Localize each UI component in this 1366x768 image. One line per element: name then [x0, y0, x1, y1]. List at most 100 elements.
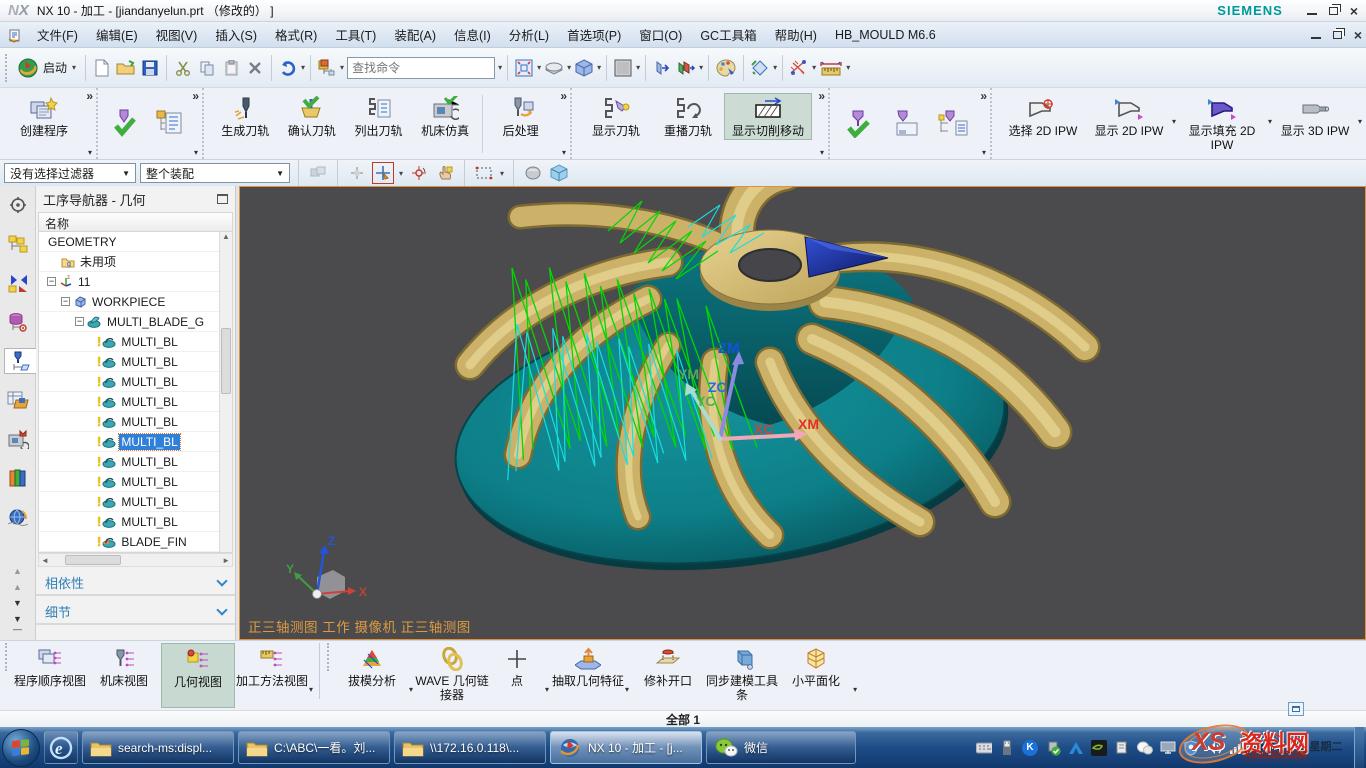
- draft-dropdown-arrow[interactable]: ▾: [409, 685, 413, 694]
- tree-row-operation[interactable]: !MULTI_BL: [39, 372, 232, 392]
- tree-row-operation[interactable]: !MULTI_BL: [39, 492, 232, 512]
- sync-modeling-button[interactable]: 同步建模工具条: [705, 643, 779, 708]
- shaded-dropdown-arrow[interactable]: ▾: [567, 63, 571, 72]
- section-button[interactable]: [787, 53, 811, 83]
- selection-scope-dropdown[interactable]: 整个装配▼: [140, 163, 290, 183]
- command-finder[interactable]: [347, 57, 495, 79]
- show-desktop-button[interactable]: [1354, 727, 1364, 768]
- tray-plug-icon[interactable]: [1114, 740, 1130, 756]
- menu-window[interactable]: 窗口(O): [630, 21, 691, 48]
- assembly-navigator-icon[interactable]: [4, 231, 32, 257]
- measure-button[interactable]: [817, 53, 845, 83]
- generate-toolpath-button[interactable]: 生成刀轨: [212, 93, 279, 140]
- animation-dropdown-arrow[interactable]: ▾: [773, 63, 777, 72]
- measure-dropdown-arrow[interactable]: ▾: [846, 63, 850, 72]
- point-dropdown-arrow[interactable]: ▾: [545, 685, 549, 694]
- show-3d-dropdown-arrow[interactable]: ▾: [1358, 117, 1362, 126]
- show-toolpath-button[interactable]: 显示刀轨: [580, 93, 652, 140]
- tray-security-icon[interactable]: [1183, 740, 1199, 756]
- taskbar-nx-button[interactable]: NX 10 - 加工 - [j...: [550, 731, 702, 764]
- menu-analysis[interactable]: 分析(L): [500, 21, 558, 48]
- taskbar-folder-network[interactable]: \\172.16.0.118\...: [394, 731, 546, 764]
- search-dropdown-arrow[interactable]: ▾: [498, 63, 502, 72]
- undo-dropdown-arrow[interactable]: ▾: [301, 63, 305, 72]
- group-expand-chevron[interactable]: »: [86, 89, 93, 103]
- replay-toolpath-button[interactable]: 重播刀轨: [652, 93, 724, 140]
- library-books-icon[interactable]: [4, 465, 32, 491]
- tree-horizontal-scrollbar[interactable]: ◄►: [38, 553, 233, 567]
- taskbar-folder-search[interactable]: search-ms:displ...: [82, 731, 234, 764]
- scroll-down-icon[interactable]: ▼: [13, 598, 22, 608]
- snap-dropdown-arrow[interactable]: ▾: [399, 169, 403, 178]
- menu-gc-toolbox[interactable]: GC工具箱: [691, 21, 765, 48]
- doc-restore-icon[interactable]: [1333, 31, 1342, 39]
- collapse-icon[interactable]: −: [47, 277, 56, 286]
- menu-insert[interactable]: 插入(S): [206, 21, 266, 48]
- tree-row-operation[interactable]: !MULTI_BL: [39, 352, 232, 372]
- menu-assemblies[interactable]: 装配(A): [385, 21, 445, 48]
- move-face-button[interactable]: [650, 53, 674, 83]
- rotate-point-icon[interactable]: [408, 162, 430, 184]
- restore-icon[interactable]: [1329, 7, 1338, 15]
- wave-linker-button[interactable]: WAVE 几何链接器: [415, 643, 489, 708]
- graphics-viewport[interactable]: ZM ZC YM YC XC XM X Y Z 正三轴测图 工作 摄像机 正三轴…: [239, 186, 1366, 640]
- scroll-up-icon[interactable]: ▲: [13, 566, 22, 576]
- show-3d-ipw-button[interactable]: 显示 3D IPW: [1272, 93, 1358, 140]
- start-button[interactable]: [2, 729, 40, 767]
- operation-list-icon[interactable]: [154, 109, 184, 137]
- shaded-cube-icon[interactable]: [548, 162, 570, 184]
- tray-network-icon[interactable]: [1229, 740, 1245, 756]
- taskbar-folder-abc[interactable]: C:\ABC\一看。刘...: [238, 731, 390, 764]
- tray-nvidia-icon[interactable]: [1091, 740, 1107, 756]
- selection-filter-dropdown[interactable]: 没有选择过滤器▼: [4, 163, 136, 183]
- tray-autodesk-icon[interactable]: [1068, 740, 1084, 756]
- show-fill-2d-ipw-button[interactable]: 显示填充 2D IPW: [1176, 93, 1268, 155]
- web-browser-icon[interactable]: [4, 504, 32, 530]
- scrollbar-thumb[interactable]: [65, 555, 121, 565]
- window-indicator-icon[interactable]: [1288, 702, 1304, 716]
- save-button[interactable]: [138, 53, 162, 83]
- shaded-object-icon[interactable]: [522, 162, 544, 184]
- group-dropdown-arrow[interactable]: ▾: [194, 148, 198, 157]
- tray-volume-icon[interactable]: [1206, 740, 1222, 756]
- dependencies-section[interactable]: 相依性: [36, 571, 235, 596]
- cut-button[interactable]: [171, 53, 195, 83]
- scroll-bottom-icon[interactable]: ▼—: [13, 614, 22, 634]
- collapse-icon[interactable]: −: [75, 317, 84, 326]
- view-group-dropdown-arrow[interactable]: ▾: [309, 685, 313, 694]
- scroll-up2-icon[interactable]: ▲: [13, 582, 22, 592]
- menu-view[interactable]: 视图(V): [147, 21, 207, 48]
- assembly-structure-button[interactable]: [315, 53, 339, 83]
- snap-point-gray-icon[interactable]: [346, 162, 368, 184]
- menu-preferences[interactable]: 首选项(P): [558, 21, 630, 48]
- group-dropdown-arrow[interactable]: ▾: [88, 148, 92, 157]
- panel-restore-icon[interactable]: [217, 194, 228, 204]
- group-expand-chevron[interactable]: »: [980, 89, 987, 103]
- fit-dropdown-arrow[interactable]: ▾: [537, 63, 541, 72]
- tree-row-mcs[interactable]: − z 11: [39, 272, 232, 292]
- facet-dropdown-arrow[interactable]: ▾: [853, 685, 857, 694]
- menu-information[interactable]: 信息(I): [445, 21, 500, 48]
- collapse-icon[interactable]: −: [61, 297, 70, 306]
- animation-button[interactable]: [748, 53, 772, 83]
- group-expand-chevron[interactable]: »: [560, 89, 567, 103]
- start-menu-button[interactable]: 启动 ▾: [13, 53, 81, 83]
- machine-simulate-button[interactable]: 机床仿真: [412, 93, 479, 140]
- paste-button[interactable]: [219, 53, 243, 83]
- workpiece-card-icon[interactable]: [890, 109, 920, 137]
- orient-dropdown-arrow[interactable]: ▾: [597, 63, 601, 72]
- doc-minimize-icon[interactable]: [1311, 30, 1321, 39]
- show-2d-ipw-button[interactable]: 显示 2D IPW: [1086, 93, 1172, 140]
- new-file-button[interactable]: [90, 53, 114, 83]
- tray-usb-icon[interactable]: [999, 740, 1015, 756]
- menu-tools[interactable]: 工具(T): [326, 21, 385, 48]
- tree-row-workpiece[interactable]: − WORKPIECE: [39, 292, 232, 312]
- rectangle-select-icon[interactable]: [473, 162, 495, 184]
- reuse-library-icon[interactable]: [4, 387, 32, 413]
- part-navigator-icon[interactable]: [4, 309, 32, 335]
- menu-hb-mould[interactable]: HB_MOULD M6.6: [826, 24, 945, 46]
- shaded-view-button[interactable]: [542, 53, 566, 83]
- tray-keyboard-icon[interactable]: [976, 740, 992, 756]
- internet-explorer-icon[interactable]: e: [44, 731, 78, 764]
- draft-analysis-button[interactable]: 拔模分析: [335, 643, 409, 708]
